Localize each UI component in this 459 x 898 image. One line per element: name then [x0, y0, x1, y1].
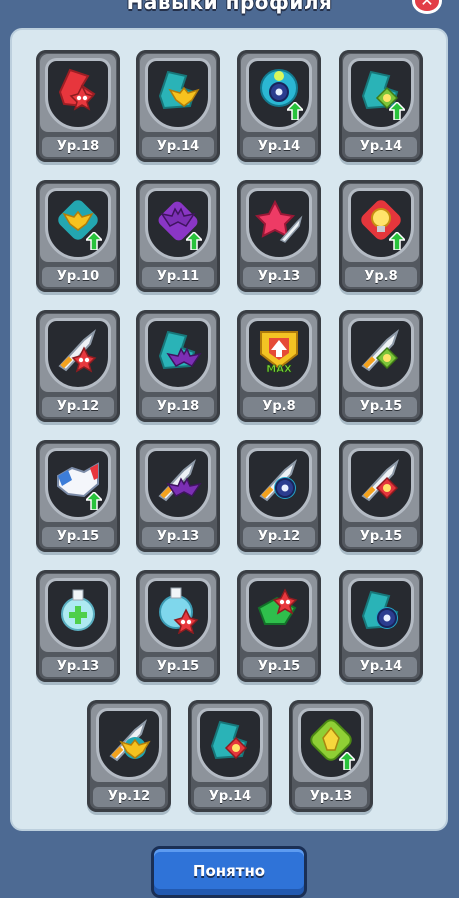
- skill-card[interactable]: Ур.12: [237, 440, 321, 552]
- teal-hat-blue-bomb-icon: [357, 586, 405, 634]
- skill-level: Ур.11: [142, 267, 214, 287]
- potion-red-star-icon: [154, 586, 202, 635]
- ok-button[interactable]: Понятно: [151, 846, 307, 898]
- skill-level: Ур.18: [142, 397, 214, 417]
- skill-card[interactable]: Ур.14: [188, 700, 272, 812]
- skill-level: Ур.15: [243, 657, 315, 677]
- skill-level: Ур.12: [42, 397, 114, 417]
- green-mask-red-star-icon: [255, 586, 303, 634]
- skill-card[interactable]: Ур.14: [339, 570, 423, 682]
- sword-green-gem-icon: [357, 326, 405, 374]
- skill-card[interactable]: Ур.14: [339, 50, 423, 162]
- teal-hat-red-gem-icon: [206, 716, 254, 764]
- skill-level: Ур.15: [42, 527, 114, 547]
- skill-card[interactable]: Ур.15: [36, 440, 120, 552]
- upgrade-arrow-icon: [84, 230, 104, 251]
- skill-card[interactable]: Ур.14: [237, 50, 321, 162]
- teal-hat-purple-bat-icon: [154, 326, 202, 374]
- red-star-hat-icon: [54, 66, 102, 114]
- skill-level: Ур.14: [142, 137, 214, 157]
- svg-text:MAX: MAX: [266, 364, 292, 374]
- page-title: Навыки профиля: [126, 0, 333, 14]
- skill-card[interactable]: Ур.18: [136, 310, 220, 422]
- upgrade-arrow-icon: [84, 490, 104, 511]
- skill-card[interactable]: Ур.15: [136, 570, 220, 682]
- skill-level: Ур.8: [345, 267, 417, 287]
- skill-level: Ур.13: [295, 787, 367, 807]
- sword-red-star-icon: [54, 326, 102, 374]
- skill-level: Ур.15: [142, 657, 214, 677]
- skill-card[interactable]: Ур.14: [136, 50, 220, 162]
- skill-card[interactable]: Ур.11: [136, 180, 220, 292]
- skill-level: Ур.14: [345, 137, 417, 157]
- skill-level: Ур.12: [243, 527, 315, 547]
- skill-level: Ур.14: [243, 137, 315, 157]
- skill-level: Ур.15: [345, 397, 417, 417]
- close-icon: ✕: [420, 0, 434, 10]
- skill-card[interactable]: Ур.12: [36, 310, 120, 422]
- skill-level: Ур.12: [93, 787, 165, 807]
- skill-card[interactable]: Ур.15: [339, 440, 423, 552]
- skill-level: Ур.13: [243, 267, 315, 287]
- sword-purple-bat-icon: [154, 456, 202, 504]
- upgrade-arrow-icon: [184, 230, 204, 251]
- skill-level: Ур.10: [42, 267, 114, 287]
- sword-red-gem-icon: [357, 456, 405, 504]
- skill-card[interactable]: MAX Ур.8: [237, 310, 321, 422]
- pink-star-sword-icon: [254, 196, 303, 244]
- skill-level: Ур.18: [42, 137, 114, 157]
- skill-card[interactable]: Ур.13: [136, 440, 220, 552]
- max-arrow-shield-icon: MAX: [255, 326, 303, 375]
- skill-level: Ур.13: [142, 527, 214, 547]
- sword-blue-bomb-icon: [255, 456, 303, 504]
- sword-golden-eagle-icon: [105, 716, 153, 764]
- skill-card[interactable]: Ур.12: [87, 700, 171, 812]
- skill-card[interactable]: Ур.15: [237, 570, 321, 682]
- skill-level: Ур.14: [194, 787, 266, 807]
- skill-card[interactable]: Ур.13: [289, 700, 373, 812]
- upgrade-arrow-icon: [285, 100, 305, 121]
- skill-level: Ур.8: [243, 397, 315, 417]
- skill-card[interactable]: Ур.8: [339, 180, 423, 292]
- teal-hat-eagle-icon: [154, 66, 202, 114]
- upgrade-arrow-icon: [337, 750, 357, 771]
- skill-card[interactable]: Ур.15: [339, 310, 423, 422]
- skill-card[interactable]: Ур.18: [36, 50, 120, 162]
- upgrade-arrow-icon: [387, 230, 407, 251]
- skill-level: Ур.15: [345, 527, 417, 547]
- skill-level: Ур.14: [345, 657, 417, 677]
- skill-card[interactable]: Ур.13: [237, 180, 321, 292]
- healing-potion-icon: [54, 586, 102, 634]
- skill-card[interactable]: Ур.10: [36, 180, 120, 292]
- skill-card[interactable]: Ур.13: [36, 570, 120, 682]
- upgrade-arrow-icon: [387, 100, 407, 121]
- skill-level: Ур.13: [42, 657, 114, 677]
